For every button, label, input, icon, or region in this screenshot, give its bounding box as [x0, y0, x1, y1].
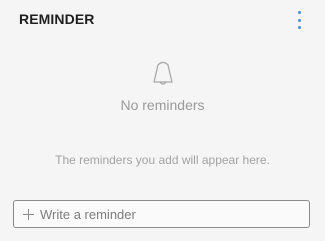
- reminder-input[interactable]: Write a reminder: [13, 200, 310, 228]
- plus-icon: [23, 208, 34, 220]
- empty-state-description: The reminders you add will appear here.: [55, 153, 270, 167]
- page-title: REMINDER: [19, 11, 95, 27]
- app-header: REMINDER: [0, 0, 325, 40]
- reminder-input-placeholder: Write a reminder: [40, 206, 136, 222]
- more-options-button[interactable]: [291, 11, 307, 29]
- empty-state-title: No reminders: [120, 97, 205, 113]
- more-vertical-icon: [297, 11, 301, 14]
- bell-outline-icon: [145, 56, 181, 92]
